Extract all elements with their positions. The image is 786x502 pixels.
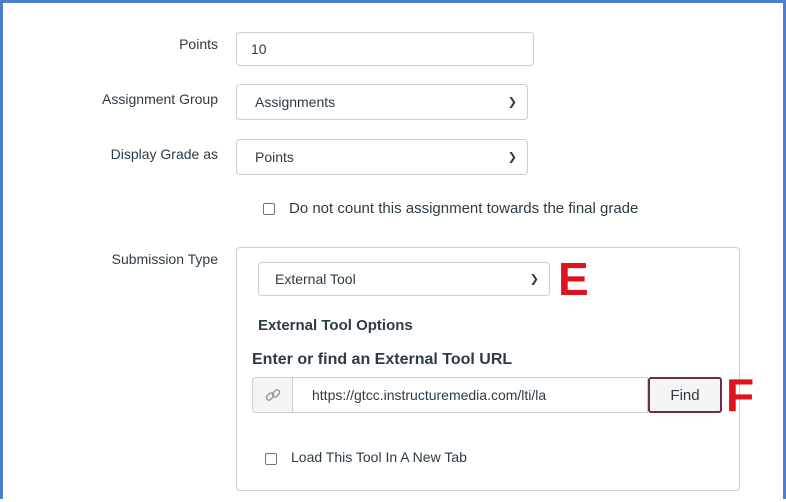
external-tool-url-heading: Enter or find an External Tool URL [252,351,513,368]
display-grade-label: Display Grade as [110,146,218,162]
new-tab-checkbox-label: Load This Tool In A New Tab [291,449,467,465]
final-grade-checkbox-label: Do not count this assignment towards the… [289,200,639,217]
points-input[interactable]: 10 [236,32,534,66]
external-tool-url-input[interactable]: https://gtcc.instructuremedia.com/lti/la [292,377,648,413]
submission-type-value: External Tool [275,271,356,287]
external-tool-options-heading: External Tool Options [258,317,413,334]
link-icon-box [252,377,292,413]
chevron-down-icon: ❯ [529,273,539,286]
chevron-down-icon: ❯ [507,96,517,109]
assignment-group-select[interactable]: Assignments ❯ [236,84,528,120]
points-label: Points [179,36,218,52]
annotation-marker-f: F [726,369,755,421]
find-button[interactable]: Find [648,377,722,413]
submission-type-label: Submission Type [111,251,218,267]
annotation-marker-e: E [558,253,589,305]
chevron-down-icon: ❯ [507,151,517,164]
new-tab-checkbox[interactable] [265,453,277,465]
submission-type-panel: External Tool ❯ External Tool Options En… [236,247,740,491]
external-tool-url-group: https://gtcc.instructuremedia.com/lti/la… [252,377,722,413]
submission-type-select[interactable]: External Tool ❯ [258,262,550,296]
display-grade-select[interactable]: Points ❯ [236,139,528,175]
find-button-label: Find [670,386,700,404]
external-tool-url-value: https://gtcc.instructuremedia.com/lti/la [312,387,547,403]
assignment-group-value: Assignments [255,94,336,110]
assignment-group-label: Assignment Group [102,91,218,107]
final-grade-checkbox[interactable] [263,203,275,215]
link-icon [265,389,280,401]
points-value: 10 [251,41,267,57]
display-grade-value: Points [255,149,294,165]
